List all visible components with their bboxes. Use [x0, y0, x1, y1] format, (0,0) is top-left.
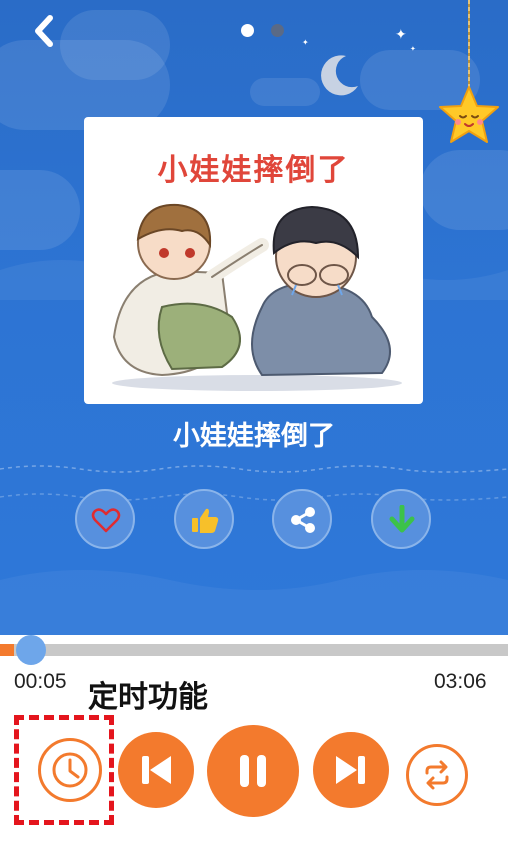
- timer-button[interactable]: [38, 738, 102, 802]
- heart-icon: [91, 508, 121, 533]
- thumbs-up-icon: [192, 508, 219, 533]
- cloud-decoration: [420, 150, 508, 230]
- next-button[interactable]: [313, 732, 389, 808]
- wave-decoration: [0, 570, 508, 635]
- pause-icon: [240, 755, 266, 787]
- progress-thumb[interactable]: [16, 635, 46, 665]
- total-time: 03:06: [434, 670, 487, 693]
- cloud-decoration: [60, 10, 170, 80]
- progress-bar[interactable]: [0, 644, 508, 656]
- repeat-button[interactable]: [406, 744, 468, 806]
- previous-icon: [142, 756, 171, 784]
- star-icon: [439, 86, 499, 143]
- player-background: ✦ ✦ ✦ 小娃娃摔倒了 小娃娃摔倒了: [0, 0, 508, 635]
- wave-decoration: [0, 465, 508, 501]
- sparkle-icon: ✦: [395, 26, 407, 42]
- repeat-icon: [425, 760, 449, 790]
- sparkle-icon: ✦: [302, 38, 309, 47]
- pause-button[interactable]: [207, 725, 299, 817]
- current-time: 00:05: [14, 670, 67, 693]
- previous-button[interactable]: [118, 732, 194, 808]
- cloud-decoration: [0, 170, 80, 250]
- progress-fill: [0, 644, 14, 656]
- song-title: 小娃娃摔倒了: [173, 421, 335, 451]
- share-icon: [291, 507, 315, 533]
- like-button[interactable]: [174, 489, 234, 549]
- download-button[interactable]: [371, 489, 431, 549]
- sparkle-icon: ✦: [410, 46, 416, 53]
- download-icon: [389, 505, 415, 533]
- page-indicator-dot-active: [241, 24, 254, 37]
- moon-icon: [321, 55, 358, 96]
- share-button[interactable]: [272, 489, 332, 549]
- chevron-left-icon: [35, 15, 53, 47]
- cover-caption: 小娃娃摔倒了: [157, 154, 350, 187]
- favorite-button[interactable]: [75, 489, 135, 549]
- back-button[interactable]: [26, 12, 66, 52]
- clock-icon: [52, 752, 88, 788]
- page-indicator-dot: [271, 24, 284, 37]
- cloud-decoration: [250, 78, 320, 106]
- next-icon: [336, 756, 365, 784]
- star-rope: [468, 0, 470, 96]
- album-cover: 小娃娃摔倒了: [84, 117, 423, 404]
- timer-annotation: 定时功能: [88, 681, 208, 714]
- cover-illustration: [112, 203, 402, 391]
